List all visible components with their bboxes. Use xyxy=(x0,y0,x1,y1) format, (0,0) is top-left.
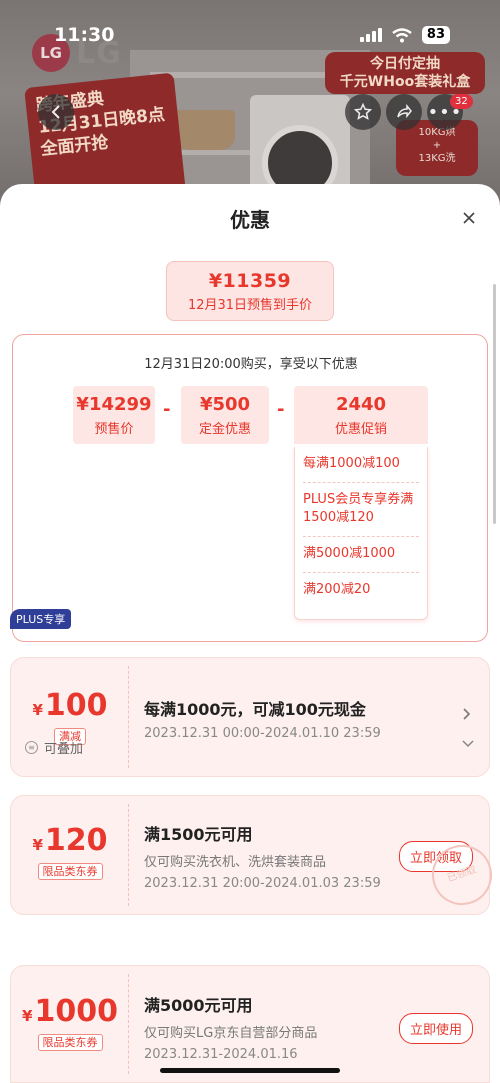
coupon-card[interactable]: ¥ 1000 限品类东券 满5000元可用 仅可购买LG京东自营部分商品 202… xyxy=(10,965,490,1083)
status-bar: 11:30 83 xyxy=(0,0,500,52)
promotion-item: 满200减20 xyxy=(303,582,371,597)
share-icon xyxy=(397,103,412,119)
deposit-discount-box: ¥500 定金优惠 xyxy=(181,386,269,444)
discount-sheet: 优惠 ¥11359 12月31日预售到手价 12月31日20:00购买，享受以下… xyxy=(0,184,500,1083)
coupon-amount: 100 xyxy=(44,688,108,723)
favorite-button[interactable] xyxy=(345,94,381,130)
coupon-title: 满1500元可用 xyxy=(144,825,253,844)
coupon-type-tag: 限品类东券 xyxy=(37,1034,103,1051)
home-indicator[interactable] xyxy=(160,1068,340,1073)
promotion-item: PLUS会员专享券满1500减120 xyxy=(303,483,419,537)
battery-icon: 83 xyxy=(421,26,450,44)
cart-count-badge: 32 xyxy=(450,94,473,109)
promotion-item: 每满1000减100 xyxy=(303,447,419,483)
promo-banner-right: 今日付定抽 千元WHoo套装礼盒 xyxy=(325,52,485,94)
promotion-list: 每满1000减100 PLUS会员专享券满1500减120 满5000减1000… xyxy=(294,447,428,620)
minus-sign: - xyxy=(277,399,285,420)
minus-sign: - xyxy=(163,399,171,420)
coupon-period: 2023.12.31 20:00-2024.01.03 23:59 xyxy=(144,876,381,891)
promotion-item: 满5000减1000 xyxy=(303,537,419,573)
close-icon xyxy=(463,212,475,224)
price-breakdown: 12月31日20:00购买，享受以下优惠 ¥14299 预售价 - ¥500 定… xyxy=(12,334,488,642)
share-button[interactable] xyxy=(386,94,422,130)
promotion-discount-box: 2440 优惠促销 xyxy=(294,386,428,444)
stack-icon: ≡ xyxy=(25,741,38,754)
stackable-row[interactable]: ≡ 可叠加 xyxy=(10,735,490,761)
scrollbar[interactable] xyxy=(493,284,496,524)
chevron-right-icon[interactable] xyxy=(462,706,471,725)
wifi-icon xyxy=(392,27,412,42)
coupon-title: 每满1000元，可减100元现金 xyxy=(144,700,366,719)
coupon-period: 2023.12.31-2024.01.16 xyxy=(144,1047,298,1062)
coupon-title: 满5000元可用 xyxy=(144,996,253,1015)
coupon-amount: 120 xyxy=(44,823,108,858)
coupon-scope: 仅可购买洗衣机、洗烘套装商品 xyxy=(144,855,327,870)
coupon-type-tag: 限品类东券 xyxy=(37,863,103,880)
cellular-signal-icon xyxy=(359,28,382,42)
close-button[interactable] xyxy=(462,206,476,230)
coupon-amount: 1000 xyxy=(34,994,118,1029)
plus-exclusive-badge: PLUS专享 xyxy=(10,609,72,629)
basket-image xyxy=(175,110,235,150)
coupon-card[interactable]: ¥ 120 限品类东券 满1500元可用 仅可购买洗衣机、洗烘套装商品 2023… xyxy=(10,795,490,915)
final-price-box: ¥11359 12月31日预售到手价 xyxy=(166,261,334,321)
chevron-down-icon[interactable] xyxy=(462,737,474,752)
coupon-scope: 仅可购买LG京东自营部分商品 xyxy=(144,1026,318,1041)
back-button[interactable] xyxy=(38,94,74,130)
stackable-label: 可叠加 xyxy=(44,742,84,757)
sheet-title: 优惠 xyxy=(230,208,270,232)
final-price-label: 12月31日预售到手价 xyxy=(187,298,313,313)
final-price: ¥11359 xyxy=(208,270,292,292)
chevron-left-icon xyxy=(51,105,60,119)
presale-price-box: ¥14299 预售价 xyxy=(73,386,155,444)
status-time: 11:30 xyxy=(54,24,115,46)
star-icon xyxy=(354,103,372,120)
use-coupon-button[interactable]: 立即使用 xyxy=(398,1013,473,1044)
breakdown-header: 12月31日20:00购买，享受以下优惠 xyxy=(144,357,358,372)
